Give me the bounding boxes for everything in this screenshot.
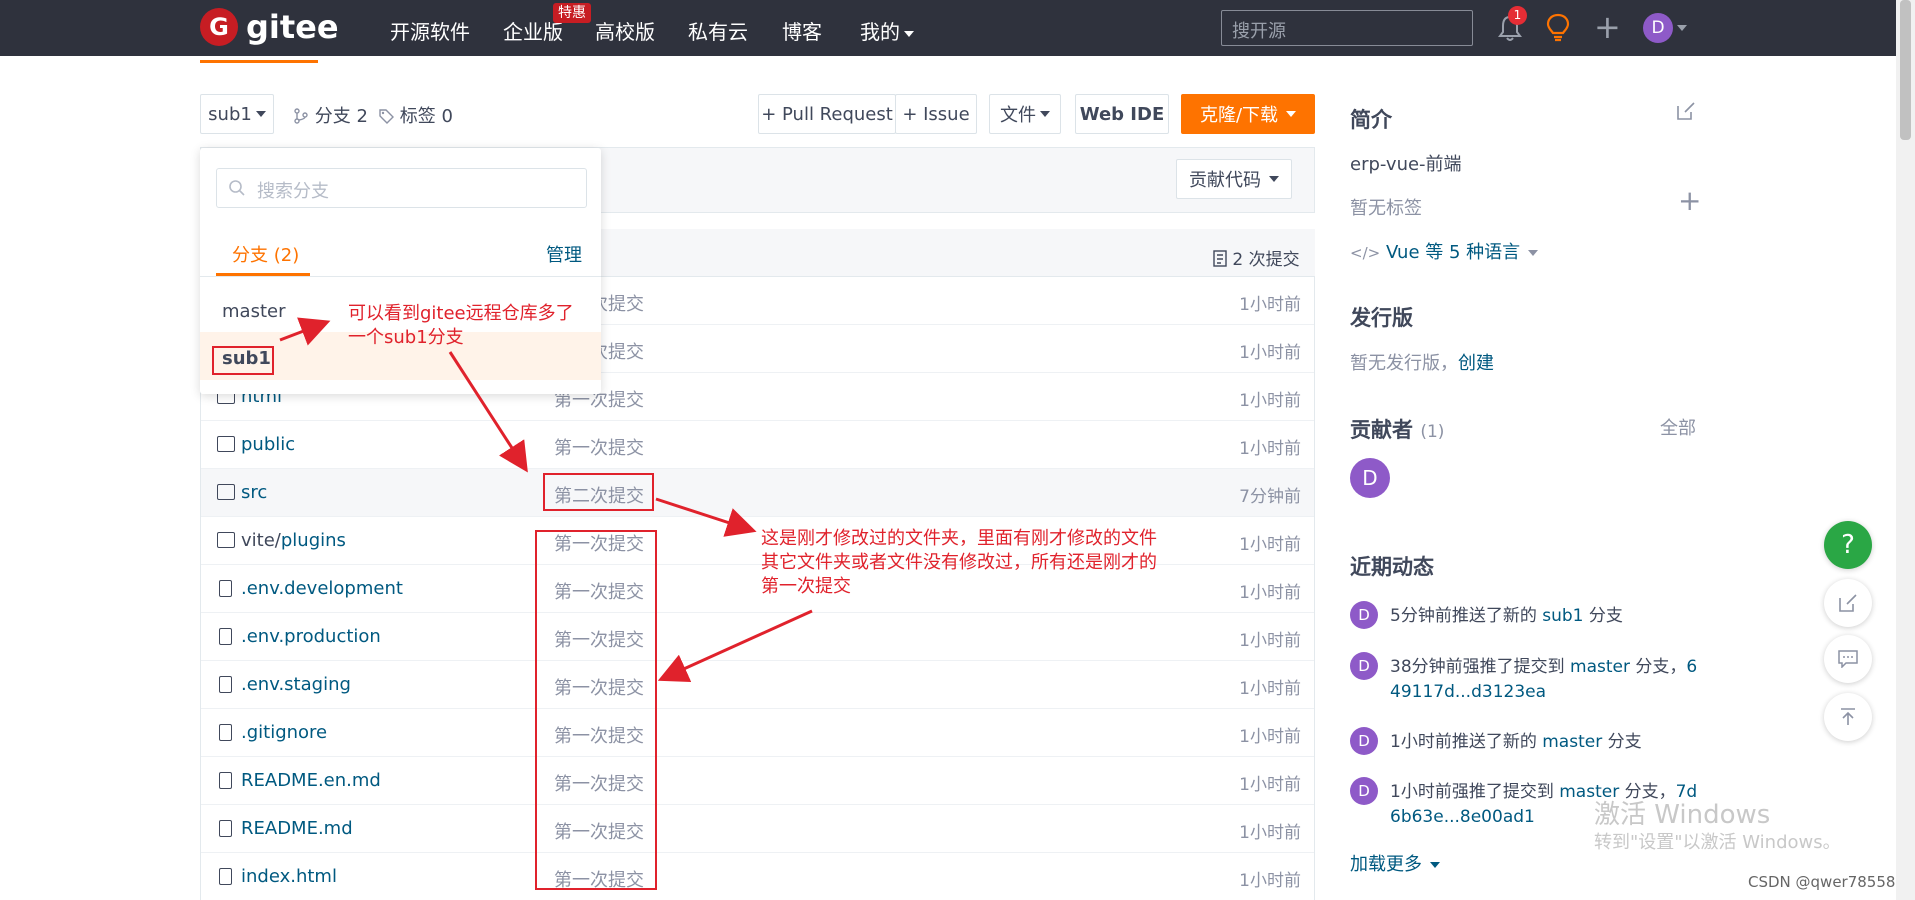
activity-item: 1小时前推送了新的 master 分支	[1390, 732, 1642, 752]
file-row[interactable]: .env.production 第一次提交 1小时前	[201, 613, 1314, 661]
activity-avatar[interactable]: D	[1350, 777, 1378, 805]
commit-list-icon	[1213, 250, 1227, 267]
help-button[interactable]: ?	[1824, 521, 1872, 569]
commit-count-link[interactable]: 2 次提交	[1213, 245, 1300, 270]
branch-item-master[interactable]: master	[222, 301, 285, 322]
no-release-text: 暂无发行版，创建	[1350, 353, 1494, 374]
annotation-note-2: 这是刚才修改过的文件夹，里面有刚才修改的文件 其它文件夹或者文件没有修改过，所有还…	[761, 528, 1157, 597]
edit-icon[interactable]	[1676, 101, 1696, 121]
promo-badge: 特惠	[553, 3, 591, 23]
language-dropdown[interactable]: </> Vue 等 5 种语言	[1350, 238, 1539, 264]
activity-item: 38分钟前强推了提交到 master 分支，649117d...d3123ea	[1390, 657, 1698, 702]
all-contributors-link[interactable]: 全部	[1660, 414, 1696, 440]
nav-university[interactable]: 高校版	[595, 16, 655, 45]
avatar: D	[1643, 13, 1673, 43]
nav-blog[interactable]: 博客	[782, 16, 822, 45]
chevron-down-icon	[1040, 111, 1050, 117]
user-menu[interactable]: D	[1643, 13, 1687, 43]
annotation-box-other-commits	[535, 530, 657, 890]
clone-download-button[interactable]: 克隆/下载	[1181, 94, 1315, 134]
tab-branches[interactable]: 分支 (2)	[232, 241, 299, 267]
repo-description: erp-vue-前端	[1350, 154, 1462, 175]
branch-count-link[interactable]: 分支 2	[293, 102, 368, 128]
chevron-down-icon	[1528, 250, 1539, 256]
file-row[interactable]: public 第一次提交 1小时前	[201, 421, 1314, 469]
folder-icon	[217, 484, 235, 500]
no-tags-text: 暂无标签	[1350, 198, 1422, 219]
issue-button[interactable]: + Issue	[895, 94, 977, 134]
arrow-up-icon	[1841, 708, 1855, 725]
chevron-down-icon	[1430, 862, 1440, 868]
plus-icon[interactable]: +	[1594, 11, 1621, 43]
tag-icon	[379, 109, 394, 124]
nav-mine[interactable]: 我的	[860, 16, 914, 45]
chat-icon	[1838, 650, 1858, 668]
chevron-down-icon	[1677, 25, 1687, 31]
branch-select[interactable]: sub1	[200, 94, 274, 134]
gitee-logo[interactable]: G gitee	[200, 8, 339, 46]
branch-icon	[294, 108, 308, 124]
chevron-down-icon	[1269, 176, 1279, 182]
nav-open-source[interactable]: 开源软件	[390, 16, 470, 45]
lightbulb-icon[interactable]	[1545, 13, 1571, 43]
folder-icon	[217, 532, 235, 548]
windows-activation-watermark: 激活 Windows	[1594, 800, 1771, 830]
file-row[interactable]: index.html 第一次提交 1小时前	[201, 853, 1314, 900]
file-row[interactable]: README.en.md 第一次提交 1小时前	[201, 757, 1314, 805]
windows-activation-hint: 转到"设置"以激活 Windows。	[1594, 832, 1841, 853]
intro-title: 简介	[1350, 108, 1392, 132]
chevron-down-icon	[904, 30, 914, 37]
contributor-avatar[interactable]: D	[1350, 458, 1390, 498]
file-icon	[219, 868, 232, 885]
chat-button[interactable]	[1824, 635, 1872, 683]
activity-item: 5分钟前推送了新的 sub1 分支	[1390, 606, 1623, 626]
annotation-note-1: 可以看到gitee远程仓库多了 一个sub1分支	[348, 303, 574, 348]
nav-private-cloud[interactable]: 私有云	[688, 16, 748, 45]
add-tag-plus-icon[interactable]: +	[1678, 186, 1701, 216]
contribute-button[interactable]: 贡献代码	[1176, 159, 1292, 199]
annotation-box-sub1	[212, 346, 274, 375]
folder-icon	[217, 436, 235, 452]
file-icon	[219, 724, 232, 741]
activity-title: 近期动态	[1350, 555, 1434, 579]
search-input[interactable]: 搜开源	[1221, 10, 1473, 46]
edit-icon	[1839, 594, 1857, 612]
annotation-box-src-commit	[543, 473, 654, 511]
divider	[200, 276, 601, 277]
branch-search-input[interactable]: 搜索分支	[216, 168, 587, 208]
file-icon	[219, 580, 232, 597]
release-title: 发行版	[1350, 306, 1413, 330]
scrollbar-thumb[interactable]	[1900, 0, 1911, 140]
file-row[interactable]: README.md 第一次提交 1小时前	[201, 805, 1314, 853]
pull-request-button[interactable]: + Pull Request	[758, 94, 896, 134]
file-row[interactable]: .gitignore 第一次提交 1小时前	[201, 709, 1314, 757]
create-release-link[interactable]: 创建	[1458, 353, 1494, 374]
chevron-down-icon	[1286, 111, 1297, 117]
activity-avatar[interactable]: D	[1350, 601, 1378, 629]
load-more-button[interactable]: 加载更多	[1350, 850, 1440, 876]
feedback-edit-button[interactable]	[1824, 579, 1872, 627]
tag-count-link[interactable]: 标签 0	[378, 102, 453, 128]
logo-underline	[200, 60, 318, 63]
manage-branches-link[interactable]: 管理	[546, 241, 582, 267]
file-row[interactable]: src 第二次提交 7分钟前	[201, 469, 1314, 517]
file-icon	[219, 628, 232, 645]
web-ide-button[interactable]: Web IDE	[1075, 94, 1169, 134]
activity-avatar[interactable]: D	[1350, 727, 1378, 755]
back-to-top-button[interactable]	[1824, 693, 1872, 741]
activity-avatar[interactable]: D	[1350, 652, 1378, 680]
file-menu-button[interactable]: 文件	[989, 94, 1061, 134]
csdn-watermark: CSDN @qwer785589	[1748, 873, 1905, 891]
search-icon	[229, 180, 245, 196]
chevron-down-icon	[255, 111, 266, 117]
notification-badge: 1	[1508, 6, 1527, 25]
file-icon	[219, 676, 232, 693]
gitee-logo-icon: G	[200, 8, 238, 46]
contributors-title: 贡献者 (1)	[1350, 418, 1445, 442]
file-icon	[219, 820, 232, 837]
file-icon	[219, 772, 232, 789]
code-icon: </>	[1350, 244, 1381, 262]
file-row[interactable]: .env.staging 第一次提交 1小时前	[201, 661, 1314, 709]
